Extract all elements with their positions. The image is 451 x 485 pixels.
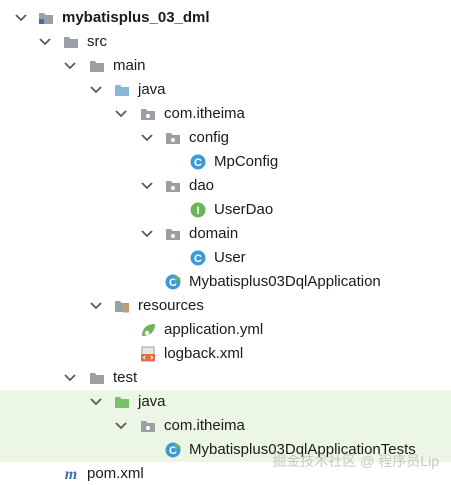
file-label: application.yml	[164, 321, 264, 338]
folder-label: java	[138, 393, 166, 410]
tree-row-java-main[interactable]: java	[0, 78, 451, 102]
svg-text:C: C	[194, 253, 202, 265]
chevron-down-icon[interactable]	[89, 83, 103, 97]
watermark: 掘金技术社区 @ 程序员Lip	[272, 453, 439, 469]
tree-row-package-test[interactable]: com.itheima	[0, 414, 451, 438]
tree-row-domain[interactable]: domain	[0, 222, 451, 246]
tree-row-project[interactable]: mybatisplus_03_dml	[0, 6, 451, 30]
folder-label: src	[87, 33, 107, 50]
maven-icon: m	[63, 466, 79, 482]
project-tree: mybatisplus_03_dml src main java com.ith…	[0, 0, 451, 485]
folder-label: main	[113, 57, 146, 74]
tree-row-config[interactable]: config	[0, 126, 451, 150]
package-icon	[140, 106, 156, 122]
folder-label: test	[113, 369, 138, 386]
tree-row-test[interactable]: test	[0, 366, 451, 390]
package-icon	[165, 226, 181, 242]
interface-label: UserDao	[214, 201, 274, 218]
file-label: logback.xml	[164, 345, 244, 362]
spring-config-icon	[140, 322, 156, 338]
package-label: com.itheima	[164, 417, 245, 434]
tree-row-userdao[interactable]: I UserDao	[0, 198, 451, 222]
package-label: dao	[189, 177, 215, 194]
interface-icon: I	[190, 202, 206, 218]
xml-file-icon	[140, 346, 156, 362]
module-folder-icon	[38, 10, 54, 26]
folder-icon	[89, 370, 105, 386]
chevron-down-icon[interactable]	[140, 227, 154, 241]
svg-text:C: C	[194, 157, 202, 169]
chevron-down-icon[interactable]	[140, 179, 154, 193]
tree-row-main[interactable]: main	[0, 54, 451, 78]
folder-icon	[89, 58, 105, 74]
class-label: Mybatisplus03DqlApplication	[189, 273, 381, 290]
test-folder-icon	[114, 394, 130, 410]
chevron-down-icon[interactable]	[63, 371, 77, 385]
folder-label: resources	[138, 297, 204, 314]
chevron-down-icon[interactable]	[140, 131, 154, 145]
tree-row-user[interactable]: C User	[0, 246, 451, 270]
tree-row-resources[interactable]: resources	[0, 294, 451, 318]
svg-text:I: I	[196, 205, 199, 217]
package-icon	[165, 178, 181, 194]
class-icon: C	[190, 250, 206, 266]
chevron-down-icon[interactable]	[38, 35, 52, 49]
package-icon	[140, 418, 156, 434]
tree-row-application[interactable]: C Mybatisplus03DqlApplication	[0, 270, 451, 294]
tree-row-dao[interactable]: dao	[0, 174, 451, 198]
svg-text:m: m	[65, 466, 77, 482]
tree-row-src[interactable]: src	[0, 30, 451, 54]
package-label: com.itheima	[164, 105, 245, 122]
source-folder-icon	[114, 82, 130, 98]
package-label: config	[189, 129, 230, 146]
package-icon	[165, 130, 181, 146]
chevron-down-icon[interactable]	[89, 395, 103, 409]
chevron-down-icon[interactable]	[89, 299, 103, 313]
class-label: MpConfig	[214, 153, 279, 170]
chevron-down-icon[interactable]	[114, 419, 128, 433]
test-class-icon: C	[165, 442, 181, 458]
tree-row-logback[interactable]: logback.xml	[0, 342, 451, 366]
file-label: pom.xml	[87, 465, 144, 482]
class-icon: C	[190, 154, 206, 170]
tree-row-package-main[interactable]: com.itheima	[0, 102, 451, 126]
package-label: domain	[189, 225, 239, 242]
folder-icon	[63, 34, 79, 50]
folder-label: java	[138, 81, 166, 98]
project-label: mybatisplus_03_dml	[62, 9, 210, 26]
chevron-down-icon[interactable]	[14, 11, 28, 25]
spring-boot-class-icon: C	[165, 274, 181, 290]
chevron-down-icon[interactable]	[63, 59, 77, 73]
tree-row-mpconfig[interactable]: C MpConfig	[0, 150, 451, 174]
tree-row-java-test[interactable]: java	[0, 390, 451, 414]
chevron-down-icon[interactable]	[114, 107, 128, 121]
class-label: User	[214, 249, 246, 266]
resources-folder-icon	[114, 298, 130, 314]
tree-row-application-yml[interactable]: application.yml	[0, 318, 451, 342]
